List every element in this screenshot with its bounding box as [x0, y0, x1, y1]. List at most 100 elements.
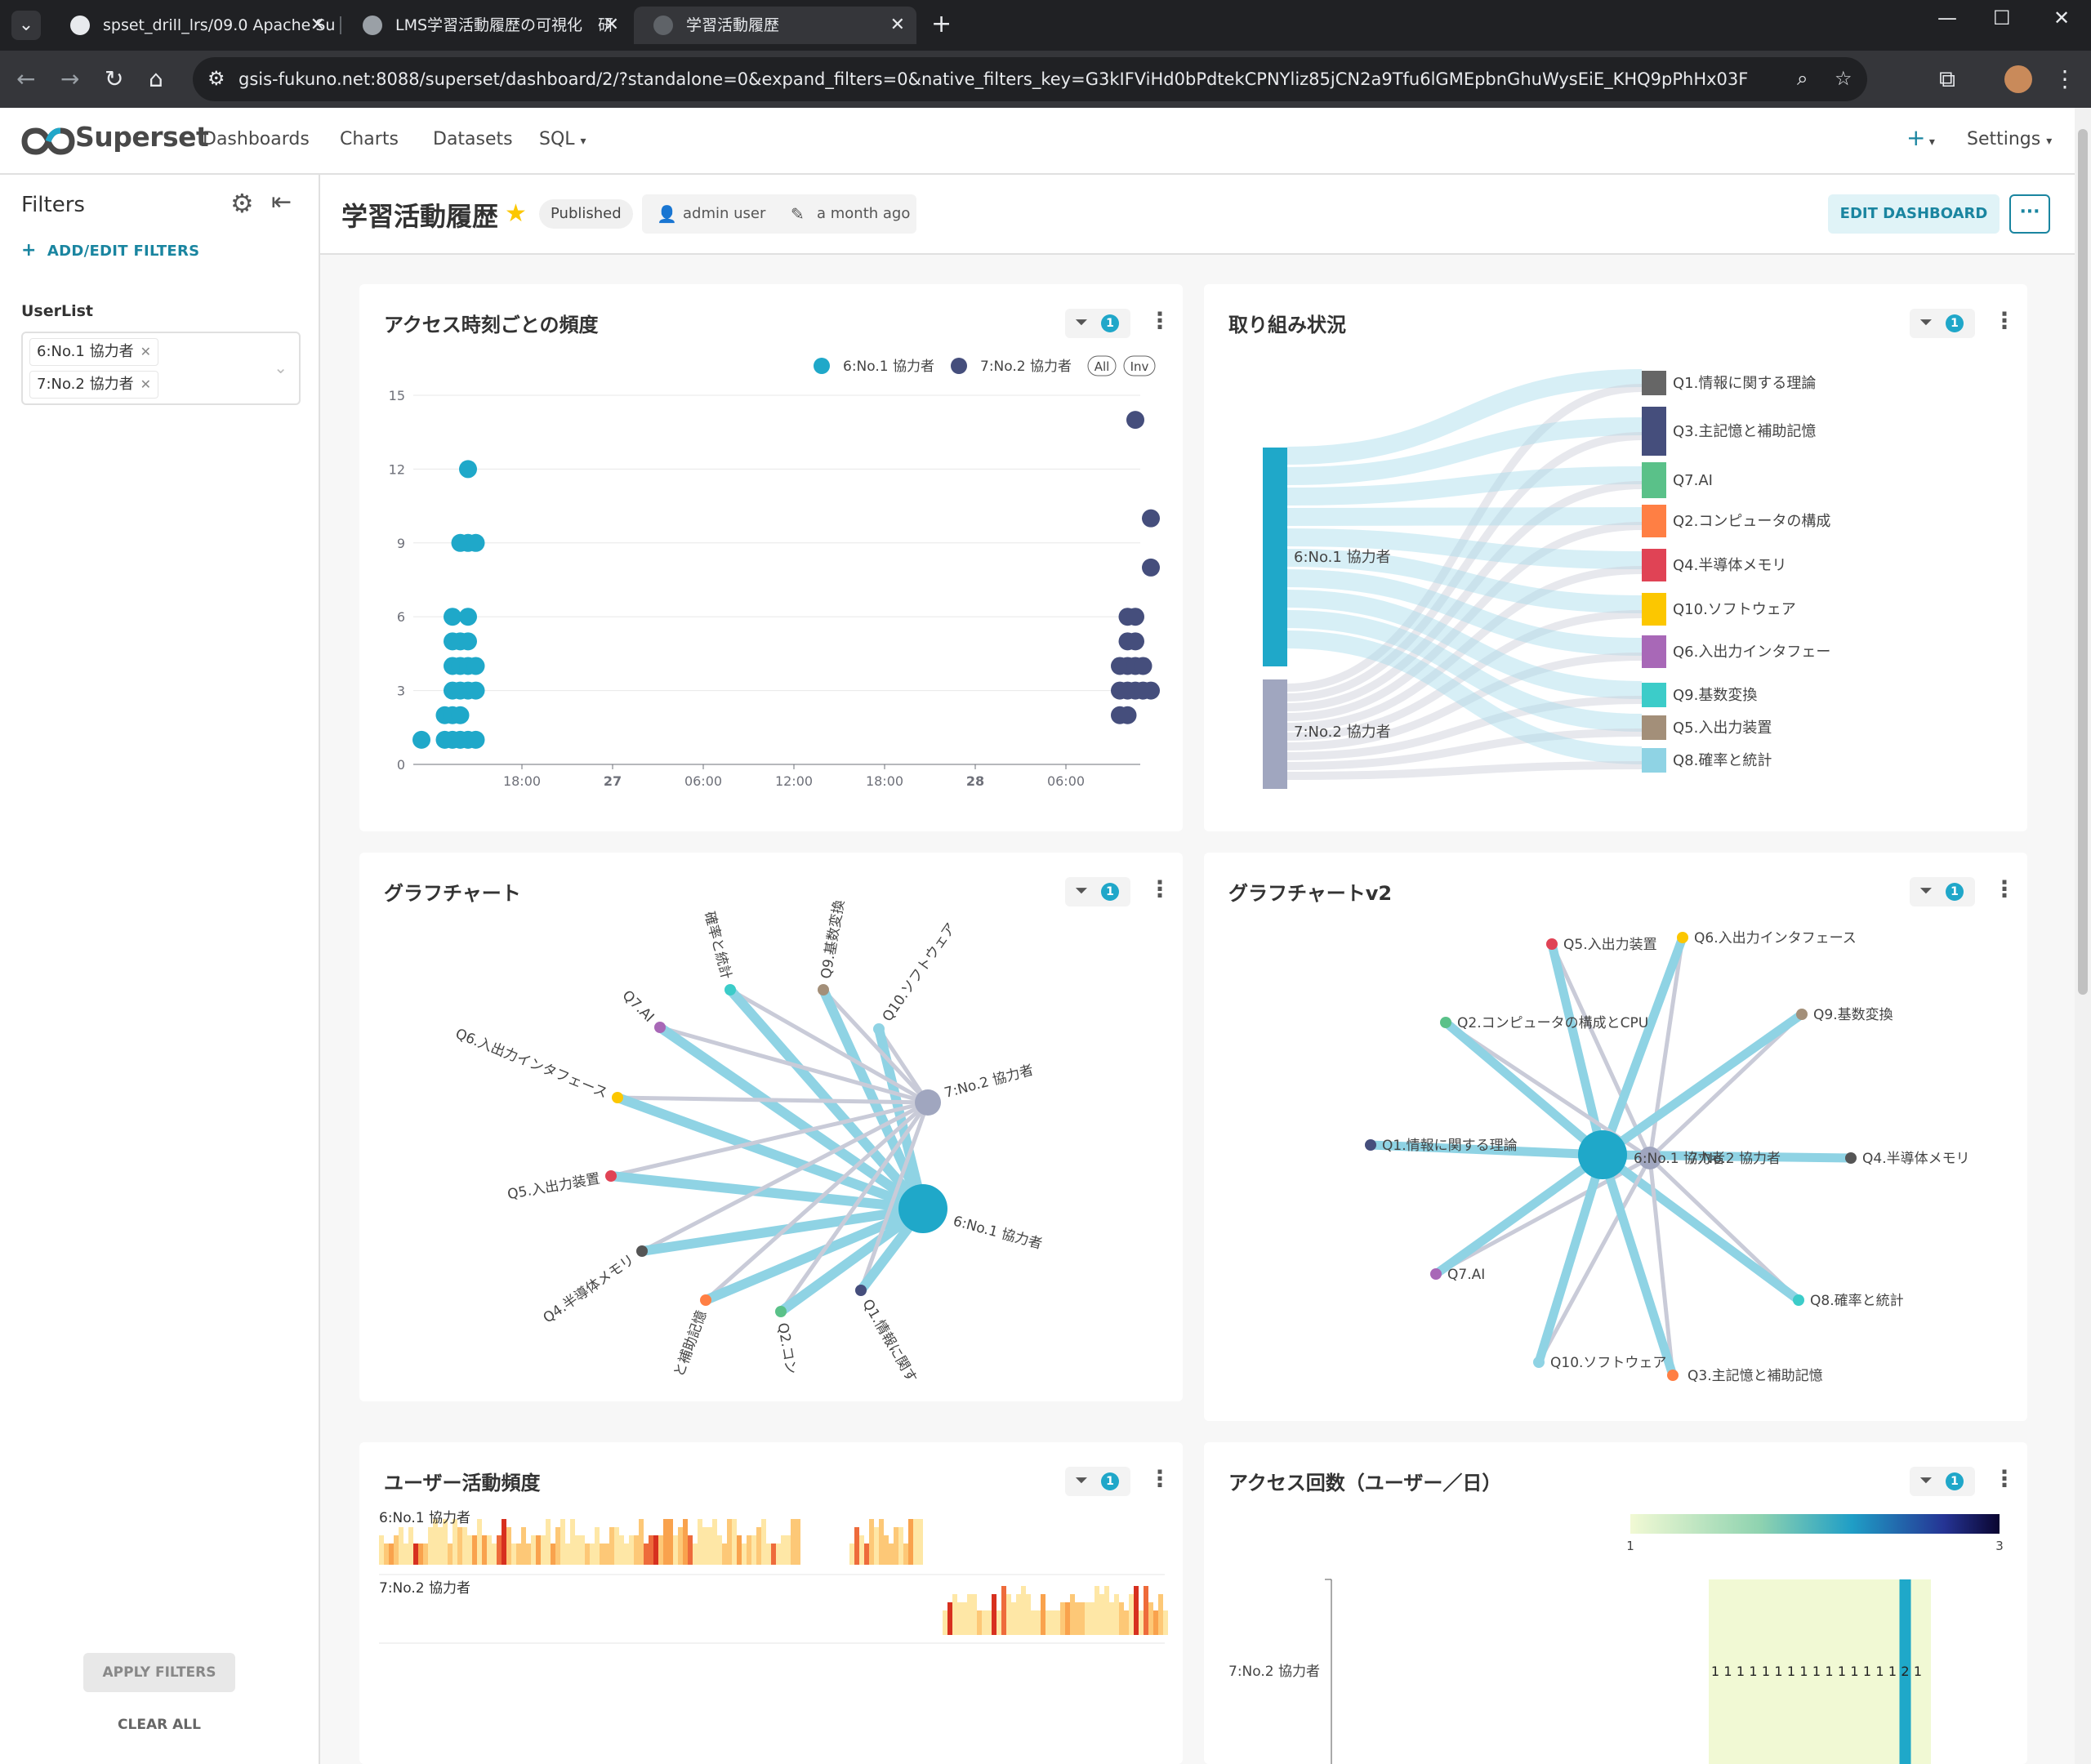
heatmap-cell[interactable] — [884, 1535, 889, 1565]
heatmap-cell[interactable] — [766, 1544, 771, 1565]
heatmap-cell[interactable] — [502, 1519, 506, 1565]
heatmap-cell[interactable] — [551, 1544, 555, 1565]
heatmap-cell[interactable] — [1055, 1610, 1060, 1635]
heatmap-cell[interactable] — [1085, 1602, 1090, 1635]
sankey-target-node[interactable] — [1642, 371, 1666, 395]
heatmap-cell[interactable] — [1011, 1602, 1016, 1635]
zoom-icon[interactable]: ⌕ — [1797, 67, 1808, 90]
heatmap-cell[interactable] — [781, 1535, 786, 1565]
heatmap-cell[interactable] — [653, 1535, 658, 1565]
heatmap-cell[interactable] — [448, 1544, 453, 1565]
heatmap-cell[interactable] — [987, 1610, 992, 1635]
heatmap-cell[interactable] — [1031, 1610, 1036, 1635]
add-edit-filters-button[interactable]: + ADD/EDIT FILTERS — [21, 240, 199, 261]
scatter-point[interactable] — [444, 608, 461, 626]
legend-label[interactable]: 6:No.1 協力者 — [843, 359, 934, 375]
browser-menu-icon[interactable]: ⋮ — [2053, 65, 2076, 92]
heatmap-cell[interactable] — [389, 1544, 394, 1565]
graph-node[interactable] — [855, 1285, 867, 1296]
heatmap-cell[interactable] — [732, 1519, 737, 1565]
heatmap-cell[interactable] — [604, 1544, 609, 1565]
clear-all-button[interactable]: CLEAR ALL — [83, 1708, 235, 1741]
heatmap-cell[interactable] — [516, 1544, 521, 1565]
heatmap-cell[interactable] — [756, 1527, 761, 1565]
scatter-point[interactable] — [412, 730, 430, 749]
heatmap-cell[interactable] — [693, 1544, 698, 1565]
heatmap-cell[interactable] — [918, 1519, 923, 1565]
heatmap-cell[interactable] — [609, 1527, 614, 1565]
scatter-point[interactable] — [451, 706, 470, 724]
heatmap-cell[interactable] — [1163, 1610, 1168, 1635]
heatmap-cell[interactable] — [590, 1544, 595, 1565]
heatmap-cell[interactable] — [457, 1527, 462, 1565]
heatmap-cell[interactable] — [1021, 1586, 1026, 1635]
heatmap-cell[interactable] — [1046, 1610, 1050, 1635]
heatmap-cell[interactable] — [786, 1535, 791, 1565]
browser-tab-github[interactable]: spset_drill_lrs/09.0 Apache Supe ✕ — [51, 7, 337, 44]
heatmap-cell[interactable] — [472, 1535, 477, 1565]
sankey-target-node[interactable] — [1642, 748, 1666, 773]
heatmap-cell[interactable] — [428, 1527, 433, 1565]
sankey-target-node[interactable] — [1642, 593, 1666, 626]
heatmap-cell[interactable] — [1026, 1594, 1031, 1635]
sankey-target-node[interactable] — [1642, 635, 1666, 668]
heatmap-cell[interactable] — [585, 1544, 590, 1565]
forward-icon[interactable]: → — [60, 65, 79, 92]
graph-node[interactable] — [1578, 1130, 1627, 1179]
home-icon[interactable]: ⌂ — [149, 65, 163, 92]
graph-node[interactable] — [1546, 938, 1558, 950]
nav-charts[interactable]: Charts — [340, 129, 399, 149]
graph-node[interactable] — [700, 1294, 711, 1306]
heatmap-cell[interactable] — [511, 1544, 516, 1565]
heatmap-cell[interactable] — [1065, 1602, 1070, 1635]
heatmap-cell[interactable] — [996, 1610, 1001, 1635]
close-icon[interactable]: ✕ — [310, 7, 325, 44]
heatmap-cell[interactable] — [644, 1544, 649, 1565]
heatmap-cell[interactable] — [1016, 1594, 1021, 1635]
heatmap-cell[interactable] — [854, 1527, 859, 1565]
scatter-point[interactable] — [1118, 706, 1137, 724]
dashboard-title[interactable]: 学習活動履歴 — [341, 196, 498, 234]
graph-node[interactable] — [1440, 1017, 1451, 1028]
heatmap-cell[interactable] — [634, 1535, 639, 1565]
heatmap-cell[interactable] — [663, 1519, 668, 1565]
heatmap-cell[interactable] — [614, 1527, 619, 1565]
published-badge[interactable]: Published — [539, 199, 633, 229]
heatmap-cell[interactable] — [384, 1544, 389, 1565]
profile-avatar[interactable] — [2004, 65, 2032, 93]
heatmap-cell[interactable] — [849, 1544, 854, 1565]
heatmap-cell[interactable] — [1060, 1602, 1065, 1635]
heatmap-cell[interactable] — [913, 1519, 918, 1565]
sankey-target-node[interactable] — [1642, 549, 1666, 581]
scatter-point[interactable] — [1142, 509, 1160, 528]
heatmap-cell[interactable] — [859, 1535, 864, 1565]
heatmap-cell[interactable] — [379, 1535, 384, 1565]
scatter-point[interactable] — [459, 632, 477, 651]
scatter-point[interactable] — [1134, 657, 1153, 675]
heatmap-cell[interactable] — [717, 1535, 722, 1565]
heatmap-cell[interactable] — [1006, 1594, 1011, 1635]
heatmap-cell[interactable] — [1144, 1586, 1148, 1635]
heatmap-cell[interactable] — [894, 1527, 898, 1565]
heatmap-cell[interactable] — [546, 1519, 551, 1565]
heatmap-cell[interactable] — [555, 1527, 560, 1565]
heatmap-cell[interactable] — [1104, 1586, 1109, 1635]
heatmap-cell[interactable] — [668, 1519, 673, 1565]
heatmap-cell[interactable] — [967, 1594, 972, 1635]
heatmap-cell[interactable] — [482, 1535, 487, 1565]
heatmap-cell[interactable] — [438, 1527, 443, 1565]
heatmap-cell[interactable] — [698, 1519, 702, 1565]
heatmap-cell[interactable] — [962, 1602, 967, 1635]
scatter-point[interactable] — [1142, 681, 1160, 700]
address-bar[interactable]: ⚙ gsis-fukuno.net:8088/superset/dashboar… — [193, 57, 1867, 101]
heatmap-cell[interactable] — [908, 1519, 913, 1565]
browser-tab-dashboard[interactable]: 学習活動履歴 ✕ — [634, 7, 916, 44]
graph-node[interactable] — [654, 1022, 666, 1033]
graph-node[interactable] — [724, 984, 736, 996]
heatmap-cell[interactable] — [771, 1544, 776, 1565]
collapse-sidebar-icon[interactable]: ⇤ — [271, 188, 292, 216]
sankey-target-node[interactable] — [1642, 505, 1666, 537]
sankey-node-source1[interactable] — [1263, 448, 1287, 666]
graph-node[interactable] — [873, 1023, 885, 1035]
heatmap-cell[interactable] — [702, 1527, 707, 1565]
